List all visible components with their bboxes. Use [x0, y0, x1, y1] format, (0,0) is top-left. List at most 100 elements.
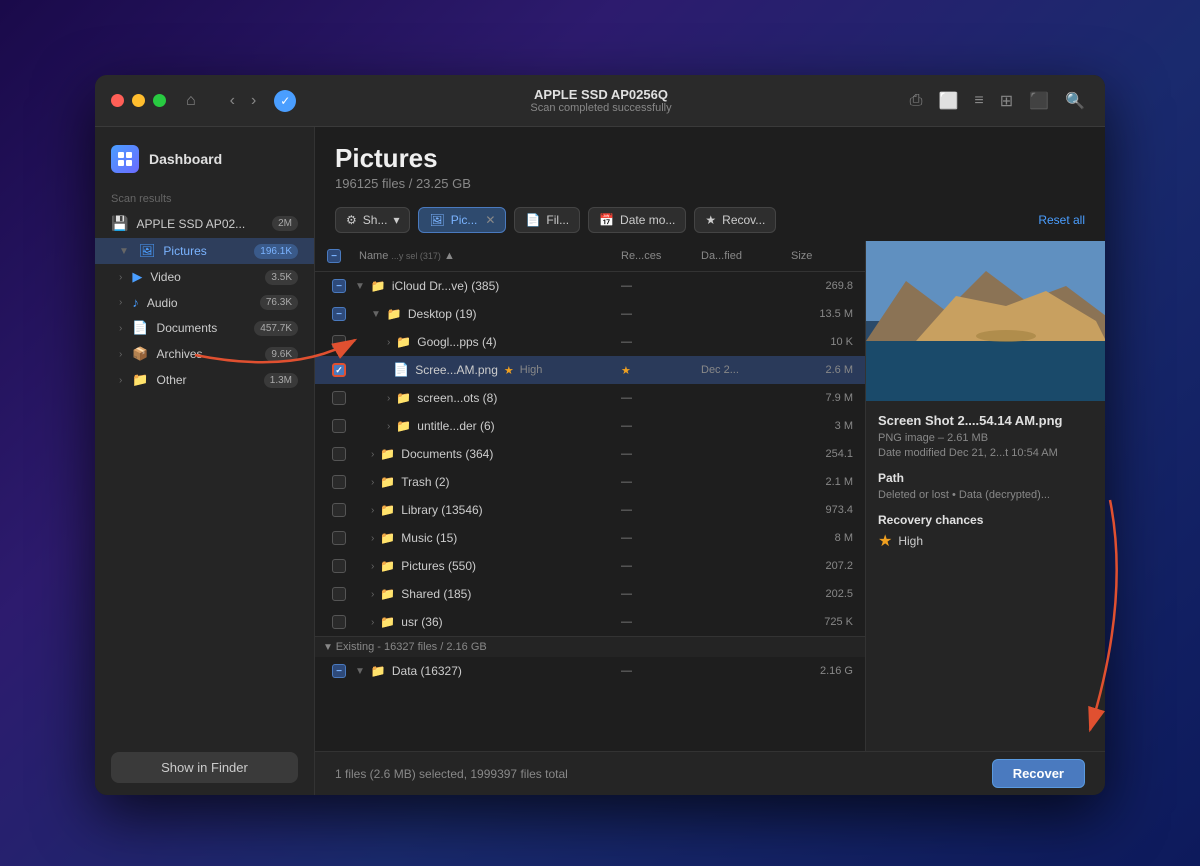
- library-size: 973.4: [787, 504, 857, 516]
- table-row: › 📁 Shared (185) — 202.5: [315, 580, 865, 608]
- screens-size: 7.9 M: [787, 392, 857, 404]
- traffic-lights: [111, 94, 166, 107]
- folder-icon-screens: 📁: [396, 391, 411, 405]
- search-icon[interactable]: 🔍: [1061, 87, 1089, 115]
- chevron-right-music: ›: [371, 533, 374, 544]
- forward-button[interactable]: ›: [245, 88, 262, 114]
- new-file-icon[interactable]: ⎙: [906, 88, 927, 114]
- row-checkbox-data[interactable]: −: [323, 664, 355, 678]
- folder-icon[interactable]: ⬜: [934, 87, 962, 115]
- archives-label: Archives: [157, 347, 258, 361]
- row-checkbox-music[interactable]: [323, 531, 355, 545]
- row-checkbox-usr[interactable]: [323, 615, 355, 629]
- sidebar-item-archives[interactable]: › 📦 Archives 9.6K: [95, 341, 314, 367]
- filter-date-button[interactable]: 📅 Date mo...: [588, 207, 686, 233]
- grid-view-icon[interactable]: ⊞: [996, 87, 1017, 115]
- table-row-selected: ✓ 📄 Scree...AM.png ★ High ★: [315, 356, 865, 384]
- music-size: 8 M: [787, 532, 857, 544]
- filter-show-button[interactable]: ⚙ Sh... ▾: [335, 207, 410, 233]
- maximize-button[interactable]: [153, 94, 166, 107]
- table-row: › 📁 Trash (2) — 2.1 M: [315, 468, 865, 496]
- sidebar-item-video[interactable]: › ▶ Video 3.5K: [95, 264, 314, 290]
- other-icon: 📁: [132, 372, 148, 388]
- docs-label: Documents (364): [401, 447, 493, 461]
- sidebar: Dashboard Scan results 💾 APPLE SSD AP02.…: [95, 127, 315, 795]
- audio-count: 76.3K: [260, 295, 298, 310]
- close-filter-icon[interactable]: ✕: [485, 213, 495, 227]
- recovery-star-icon: ★: [878, 531, 892, 551]
- screens-recovery: —: [617, 392, 697, 404]
- data-size: 2.16 G: [787, 665, 857, 677]
- row-checkbox-trash[interactable]: [323, 475, 355, 489]
- list-view-icon[interactable]: ≡: [970, 88, 987, 114]
- row-checkbox-untitled[interactable]: [323, 419, 355, 433]
- home-button[interactable]: ⌂: [178, 88, 204, 114]
- row-checkbox-desktop[interactable]: −: [323, 307, 355, 321]
- star-icon-screenshot: ★: [504, 364, 514, 377]
- nav-buttons: ‹ ›: [224, 88, 263, 114]
- row-checkbox-docs[interactable]: [323, 447, 355, 461]
- row-checkbox-screenshot[interactable]: ✓: [323, 363, 355, 377]
- usr-label: usr (36): [401, 615, 442, 629]
- shared-recovery: —: [617, 588, 697, 600]
- split-view-icon[interactable]: ⬛: [1025, 87, 1053, 115]
- sidebar-item-documents[interactable]: › 📄 Documents 457.7K: [95, 315, 314, 341]
- folder-icon-data: 📁: [371, 664, 386, 678]
- reset-all-button[interactable]: Reset all: [1038, 213, 1085, 227]
- calendar-icon: 📅: [599, 213, 614, 227]
- row-name-screenfolder: › 📁 screen...ots (8): [355, 391, 617, 405]
- chevron-right-data: ▼: [355, 666, 365, 677]
- archives-count: 9.6K: [265, 347, 298, 362]
- row-checkbox-google[interactable]: [323, 335, 355, 349]
- sidebar-item-other[interactable]: › 📁 Other 1.3M: [95, 367, 314, 393]
- chevron-down-small-desktop: ▼: [371, 309, 381, 320]
- folder-icon-pictures: 📁: [380, 559, 395, 573]
- table-row: › 📁 Library (13546) — 973.4: [315, 496, 865, 524]
- table-row: − ▼ 📁 iCloud Dr...ve) (385) — 269.8: [315, 272, 865, 300]
- close-button[interactable]: [111, 94, 124, 107]
- th-name[interactable]: Name ...y sel (317) ▲: [355, 246, 617, 266]
- screenshot-recovery: ★: [617, 364, 697, 377]
- back-button[interactable]: ‹: [224, 88, 241, 114]
- filter-recovery-label: Recov...: [722, 213, 765, 227]
- folder-icon-usr: 📁: [380, 615, 395, 629]
- table-body[interactable]: − ▼ 📁 iCloud Dr...ve) (385) — 269.8: [315, 272, 865, 751]
- row-checkbox-screenfolder[interactable]: [323, 391, 355, 405]
- row-checkbox-pictures[interactable]: [323, 559, 355, 573]
- filter-icon: ⚙: [346, 213, 357, 227]
- filter-pictures-button[interactable]: 🖼 Pic... ✕: [418, 207, 506, 233]
- select-all-checkbox[interactable]: −: [327, 249, 341, 263]
- sidebar-item-pictures[interactable]: ▼ 🖼 Pictures 196.1K: [95, 238, 314, 264]
- sidebar-device[interactable]: 💾 APPLE SSD AP02... 2M: [95, 209, 314, 238]
- trash-label: Trash (2): [401, 475, 449, 489]
- library-recovery: —: [617, 504, 697, 516]
- google-recovery: —: [617, 336, 697, 348]
- sidebar-item-audio[interactable]: › ♪ Audio 76.3K: [95, 290, 314, 315]
- main-layout: Dashboard Scan results 💾 APPLE SSD AP02.…: [95, 127, 1105, 795]
- table-row: › 📁 screen...ots (8) — 7.9 M: [315, 384, 865, 412]
- untitled-recovery: —: [617, 420, 697, 432]
- table-area: − Name ...y sel (317) ▲ Re...ces Da...fi…: [315, 241, 865, 751]
- folder-icon-library: 📁: [380, 503, 395, 517]
- filter-recovery-button[interactable]: ★ Recov...: [694, 207, 776, 233]
- recover-button[interactable]: Recover: [992, 759, 1085, 788]
- existing-group-label: ▼ Existing - 16327 files / 2.16 GB: [315, 636, 865, 657]
- row-checkbox-icloud[interactable]: −: [323, 279, 355, 293]
- row-checkbox-library[interactable]: [323, 503, 355, 517]
- scan-results-label: Scan results: [95, 185, 314, 209]
- usr-recovery: —: [617, 616, 697, 628]
- chevron-right-usr: ›: [371, 617, 374, 628]
- sort-count: ...y sel (317): [391, 251, 441, 261]
- filter-files-button[interactable]: 📄 Fil...: [514, 207, 580, 233]
- sidebar-item-dashboard[interactable]: Dashboard: [95, 127, 314, 185]
- minimize-button[interactable]: [132, 94, 145, 107]
- row-name-icloud: ▼ 📁 iCloud Dr...ve) (385): [355, 279, 617, 293]
- docs-size: 254.1: [787, 448, 857, 460]
- show-finder-button[interactable]: Show in Finder: [111, 752, 298, 783]
- detail-path-value: Deleted or lost • Data (decrypted)...: [878, 489, 1093, 501]
- row-name-screenshot: 📄 Scree...AM.png ★ High: [355, 362, 617, 378]
- detail-file-type: PNG image – 2.61 MB: [878, 432, 1093, 444]
- screenshot-date: Dec 2...: [697, 364, 787, 376]
- row-checkbox-shared[interactable]: [323, 587, 355, 601]
- th-size: Size: [787, 246, 857, 266]
